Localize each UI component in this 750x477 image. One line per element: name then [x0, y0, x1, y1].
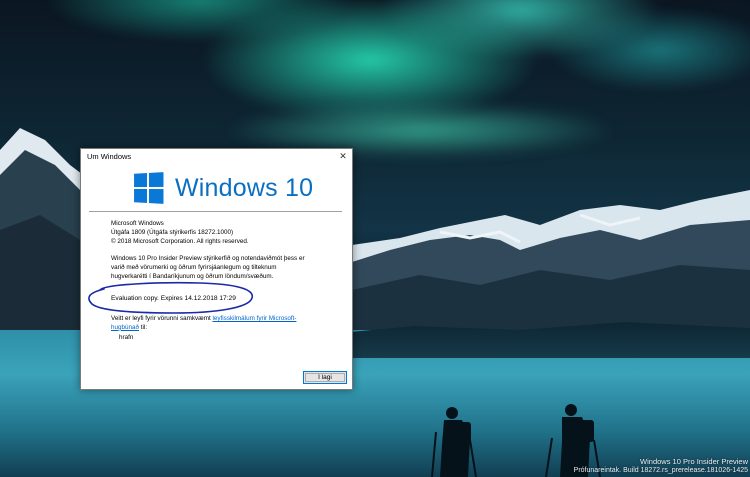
license-text: Veitt er leyfi fyrir vörunni samkvæmt le… [111, 315, 311, 333]
watermark-build: Prófunareintak. Build 18272.rs_prereleas… [573, 467, 748, 474]
desktop-background: Um Windows ✕ Windows 10 Microsoft Window… [0, 0, 750, 477]
dialog-title: Um Windows [87, 152, 132, 161]
version-info: Microsoft Windows Útgáfa 1809 (Útgáfa st… [111, 220, 249, 246]
logo-text: Windows 10 [175, 173, 314, 202]
windows-logo-icon [134, 172, 164, 204]
license-prefix: Veitt er leyfi fyrir vörunni samkvæmt [111, 315, 213, 322]
version-text: Útgáfa 1809 (Útgáfa stýrikerfis 18272.10… [111, 228, 234, 236]
title-bar[interactable]: Um Windows ✕ [81, 149, 352, 166]
windows-logo: Windows 10 [133, 171, 313, 205]
divider [89, 211, 342, 212]
copyright-text: © 2018 Microsoft Corporation. All rights… [111, 237, 249, 245]
ok-button[interactable]: Í lagi [303, 371, 347, 384]
about-windows-dialog: Um Windows ✕ Windows 10 Microsoft Window… [80, 148, 353, 390]
close-icon[interactable]: ✕ [336, 150, 350, 164]
evaluation-text: Evaluation copy. Expires 14.12.2018 17:2… [111, 295, 236, 302]
license-suffix: til: [139, 323, 148, 331]
build-watermark: Windows 10 Pro Insider Preview Prófunare… [574, 457, 748, 475]
description-text: Windows 10 Pro Insider Preview stýrikerf… [111, 255, 305, 280]
watermark-edition: Windows 10 Pro Insider Preview [640, 457, 748, 466]
licensed-user: hrafn [119, 334, 134, 341]
product-name: Microsoft Windows [111, 220, 164, 227]
